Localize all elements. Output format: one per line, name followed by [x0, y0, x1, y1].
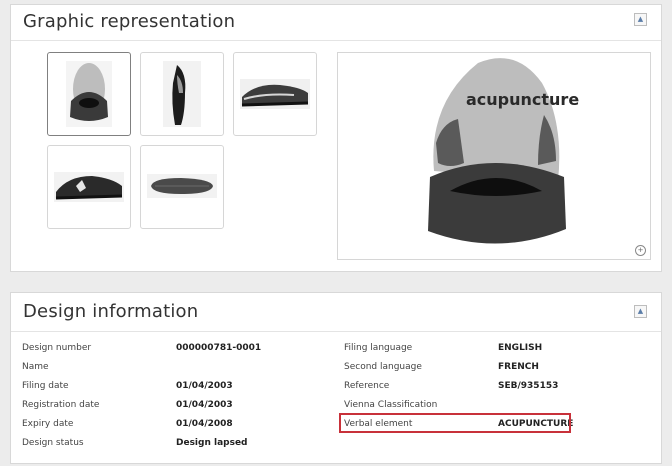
field-label: Second language [344, 362, 422, 372]
verbal-element-highlight [339, 413, 571, 433]
field-label: Filing date [22, 381, 69, 391]
graphic-representation-panel: Graphic representation ▲ acupuncture + [10, 4, 662, 272]
field-label: Registration date [22, 400, 100, 410]
thumbnail-front-view[interactable] [47, 52, 131, 136]
design-information-title: Design information [23, 301, 199, 322]
title-divider [11, 331, 661, 332]
field-value: 01/04/2008 [176, 419, 233, 429]
field-value: FRENCH [498, 362, 539, 372]
field-label: Filing language [344, 343, 413, 353]
design-preview-image: acupuncture + [337, 52, 651, 260]
field-value: 01/04/2003 [176, 400, 233, 410]
field-value: ENGLISH [498, 343, 543, 353]
collapse-icon[interactable]: ▲ [634, 13, 647, 26]
thumbnail-side-view[interactable] [140, 52, 224, 136]
field-value: 000000781-0001 [176, 343, 262, 353]
graphic-representation-title: Graphic representation [23, 11, 236, 32]
field-label: Vienna Classification [344, 400, 438, 410]
field-value: 01/04/2003 [176, 381, 233, 391]
zoom-icon[interactable]: + [635, 245, 646, 256]
preview-brand-text: acupuncture [466, 90, 579, 109]
field-value: Design lapsed [176, 438, 248, 448]
collapse-icon[interactable]: ▲ [634, 305, 647, 318]
field-label: Reference [344, 381, 390, 391]
title-divider [11, 40, 661, 41]
design-information-panel: Design information ▲ Design number 00000… [10, 292, 662, 464]
field-label: Design status [22, 438, 84, 448]
field-value: SEB/935153 [498, 381, 559, 391]
field-label: Expiry date [22, 419, 74, 429]
thumbnail-medial-view[interactable] [47, 145, 131, 229]
field-label: Name [22, 362, 49, 372]
thumbnail-lateral-view[interactable] [233, 52, 317, 136]
thumbnail-sole-view[interactable] [140, 145, 224, 229]
field-label: Design number [22, 343, 92, 353]
